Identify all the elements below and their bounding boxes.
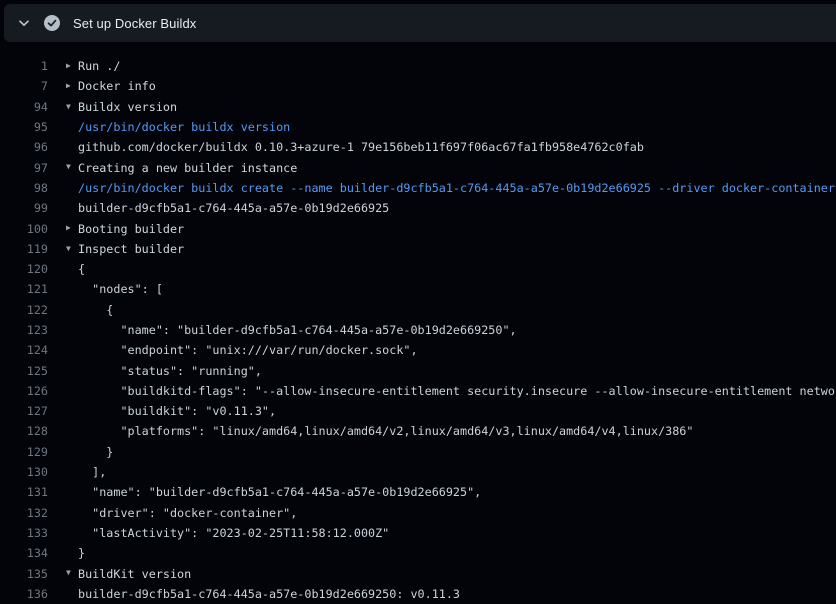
log-text: "buildkitd-flags": "--allow-insecure-ent… [78, 384, 836, 398]
log-line: 125 "status": "running", [0, 360, 836, 380]
log-line: 122 { [0, 300, 836, 320]
line-number[interactable]: 124 [0, 343, 48, 357]
step-header[interactable]: Set up Docker Buildx [4, 4, 836, 42]
check-circle-icon [44, 15, 60, 31]
log-line: 98/usr/bin/docker buildx create --name b… [0, 178, 836, 198]
line-number[interactable]: 123 [0, 323, 48, 337]
line-number[interactable]: 129 [0, 445, 48, 459]
line-number[interactable]: 7 [0, 79, 48, 93]
log-text: } [78, 445, 836, 459]
log-text: "endpoint": "unix:///var/run/docker.sock… [78, 343, 836, 357]
command-text: /usr/bin/docker buildx create --name bui… [78, 181, 836, 195]
group-collapsed-triangle-icon[interactable]: ▶ [66, 76, 78, 96]
log-text: builder-d9cfb5a1-c764-445a-a57e-0b19d2e6… [78, 201, 836, 215]
log-line: 119 ▼Inspect builder [0, 239, 836, 259]
log-line: 131 "name": "builder-d9cfb5a1-c764-445a-… [0, 482, 836, 502]
log-line: 130 ], [0, 462, 836, 482]
line-number[interactable]: 130 [0, 465, 48, 479]
line-number[interactable]: 94 [0, 100, 48, 114]
chevron-down-icon[interactable] [17, 16, 31, 30]
line-number[interactable]: 133 [0, 526, 48, 540]
group-expanded-triangle-icon[interactable]: ▼ [66, 97, 78, 117]
line-number[interactable]: 98 [0, 181, 48, 195]
line-number[interactable]: 135 [0, 567, 48, 581]
group-title[interactable]: Inspect builder [78, 242, 836, 256]
log-line: 124 "endpoint": "unix:///var/run/docker.… [0, 340, 836, 360]
line-number[interactable]: 96 [0, 140, 48, 154]
log-line: 135 ▼BuildKit version [0, 563, 836, 583]
line-number[interactable]: 122 [0, 303, 48, 317]
log-line: 134} [0, 543, 836, 563]
line-number[interactable]: 131 [0, 485, 48, 499]
log-line: 126 "buildkitd-flags": "--allow-insecure… [0, 381, 836, 401]
line-number[interactable]: 1 [0, 59, 48, 73]
line-number[interactable]: 132 [0, 506, 48, 520]
log-line: 121 "nodes": [ [0, 279, 836, 299]
line-number[interactable]: 121 [0, 282, 48, 296]
group-title[interactable]: Creating a new builder instance [78, 161, 836, 175]
line-number[interactable]: 120 [0, 262, 48, 276]
log-text: "driver": "docker-container", [78, 506, 836, 520]
line-number[interactable]: 100 [0, 222, 48, 236]
group-expanded-triangle-icon[interactable]: ▼ [66, 157, 78, 177]
line-number[interactable]: 136 [0, 587, 48, 601]
log-text: github.com/docker/buildx 0.10.3+azure-1 … [78, 140, 836, 154]
log-line: 128 "platforms": "linux/amd64,linux/amd6… [0, 421, 836, 441]
line-number[interactable]: 126 [0, 384, 48, 398]
log-text: "nodes": [ [78, 282, 836, 296]
log-line: 100 ▶Booting builder [0, 218, 836, 238]
log-line: 99 builder-d9cfb5a1-c764-445a-a57e-0b19d2… [0, 198, 836, 218]
line-number[interactable]: 119 [0, 242, 48, 256]
group-expanded-triangle-icon[interactable]: ▼ [66, 239, 78, 259]
line-number[interactable]: 95 [0, 120, 48, 134]
log-line: 129 } [0, 442, 836, 462]
line-number[interactable]: 125 [0, 364, 48, 378]
log-line: 1 ▶Run ./ [0, 56, 836, 76]
log-line: 123 "name": "builder-d9cfb5a1-c764-445a-… [0, 320, 836, 340]
log-lines: 1▶Run ./7▶Docker info94▼Buildx version95… [0, 42, 836, 604]
log-line: 120 { [0, 259, 836, 279]
log-text: "name": "builder-d9cfb5a1-c764-445a-a57e… [78, 485, 836, 499]
workflow-step-log: Set up Docker Buildx 1▶Run ./7▶Docker in… [0, 0, 836, 604]
log-line: 132 "driver": "docker-container", [0, 503, 836, 523]
log-line: 136 builder-d9cfb5a1-c764-445a-a57e-0b19d… [0, 584, 836, 604]
line-number[interactable]: 127 [0, 404, 48, 418]
line-number[interactable]: 128 [0, 424, 48, 438]
group-title[interactable]: Booting builder [78, 222, 836, 236]
log-text: "name": "builder-d9cfb5a1-c764-445a-a57e… [78, 323, 836, 337]
step-title: Set up Docker Buildx [73, 16, 196, 31]
log-line: 97 ▼Creating a new builder instance [0, 157, 836, 177]
log-line: 94 ▼Buildx version [0, 97, 836, 117]
command-text: /usr/bin/docker buildx version [78, 120, 836, 134]
log-text: ], [78, 465, 836, 479]
line-number[interactable]: 99 [0, 201, 48, 215]
group-collapsed-triangle-icon[interactable]: ▶ [66, 56, 78, 76]
log-text: "lastActivity": "2023-02-25T11:58:12.000… [78, 526, 836, 540]
group-title[interactable]: Docker info [78, 79, 836, 93]
line-number[interactable]: 134 [0, 546, 48, 560]
log-text: { [78, 262, 836, 276]
log-text: { [78, 303, 836, 317]
log-line: 95/usr/bin/docker buildx version [0, 117, 836, 137]
line-number[interactable]: 97 [0, 161, 48, 175]
group-collapsed-triangle-icon[interactable]: ▶ [66, 218, 78, 238]
log-line: 127 "buildkit": "v0.11.3", [0, 401, 836, 421]
group-expanded-triangle-icon[interactable]: ▼ [66, 563, 78, 583]
log-text: "buildkit": "v0.11.3", [78, 404, 836, 418]
group-title[interactable]: Buildx version [78, 100, 836, 114]
log-line: 96 github.com/docker/buildx 0.10.3+azure-… [0, 137, 836, 157]
group-title[interactable]: Run ./ [78, 59, 836, 73]
log-line: 7 ▶Docker info [0, 76, 836, 96]
log-text: "status": "running", [78, 364, 836, 378]
log-text: "platforms": "linux/amd64,linux/amd64/v2… [78, 424, 836, 438]
log-text: } [78, 546, 836, 560]
log-line: 133 "lastActivity": "2023-02-25T11:58:12… [0, 523, 836, 543]
group-title[interactable]: BuildKit version [78, 567, 836, 581]
log-text: builder-d9cfb5a1-c764-445a-a57e-0b19d2e6… [78, 587, 836, 601]
